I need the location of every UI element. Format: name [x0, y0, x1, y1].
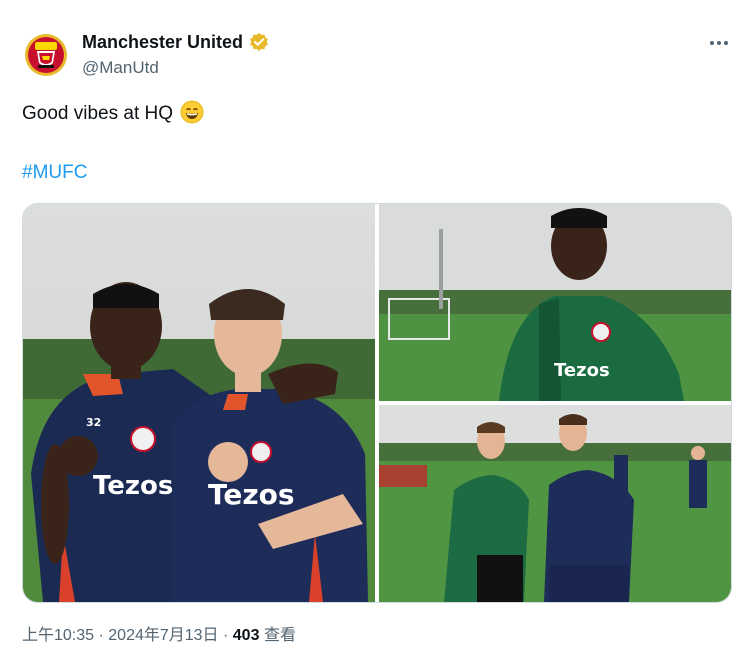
verified-badge-icon[interactable]	[249, 32, 269, 52]
views-count: 403	[232, 627, 260, 644]
kit-sponsor: Tezos	[208, 478, 295, 511]
display-name[interactable]: Manchester United	[82, 31, 243, 53]
tweet-date[interactable]: 2024年7月13日	[108, 627, 218, 644]
meta-separator: ·	[94, 627, 109, 644]
meta-separator: ·	[218, 627, 233, 644]
photo-2[interactable]: Tezos	[379, 204, 731, 401]
training-photo-walking	[379, 405, 731, 602]
manchester-united-crest-icon	[25, 34, 67, 76]
views-label: 查看	[263, 627, 296, 644]
tweet-card: Manchester United @ManUtd Good vibes at …	[0, 0, 750, 663]
kit-number: 32	[86, 416, 101, 429]
handle[interactable]: @ManUtd	[82, 57, 159, 79]
kit-sponsor: Tezos	[93, 471, 173, 501]
more-dot	[724, 41, 728, 45]
more-dot	[710, 41, 714, 45]
photo-3[interactable]	[379, 405, 731, 602]
tweet-meta: 上午10:35 · 2024年7月13日 · 403 查看	[22, 626, 296, 646]
more-dot	[717, 41, 721, 45]
photo-1[interactable]: 32 Tezos Tezos	[23, 204, 375, 602]
hashtag-link[interactable]: #MUFC	[22, 160, 87, 186]
training-photo-goalkeeper: Tezos	[379, 204, 731, 401]
author-name-row: Manchester United	[82, 31, 269, 53]
tweet-time[interactable]: 上午10:35	[22, 627, 94, 644]
tweet-text-content: Good vibes at HQ	[22, 103, 174, 124]
training-photo-duo: 32 Tezos Tezos	[23, 204, 375, 602]
kit-sponsor: Tezos	[554, 360, 610, 381]
media-grid: 32 Tezos Tezos Tezos	[22, 203, 732, 603]
more-options-icon[interactable]	[706, 33, 732, 53]
grinning-face-emoji-icon	[180, 100, 204, 124]
avatar[interactable]	[24, 33, 68, 77]
tweet-text: Good vibes at HQ	[22, 100, 204, 127]
